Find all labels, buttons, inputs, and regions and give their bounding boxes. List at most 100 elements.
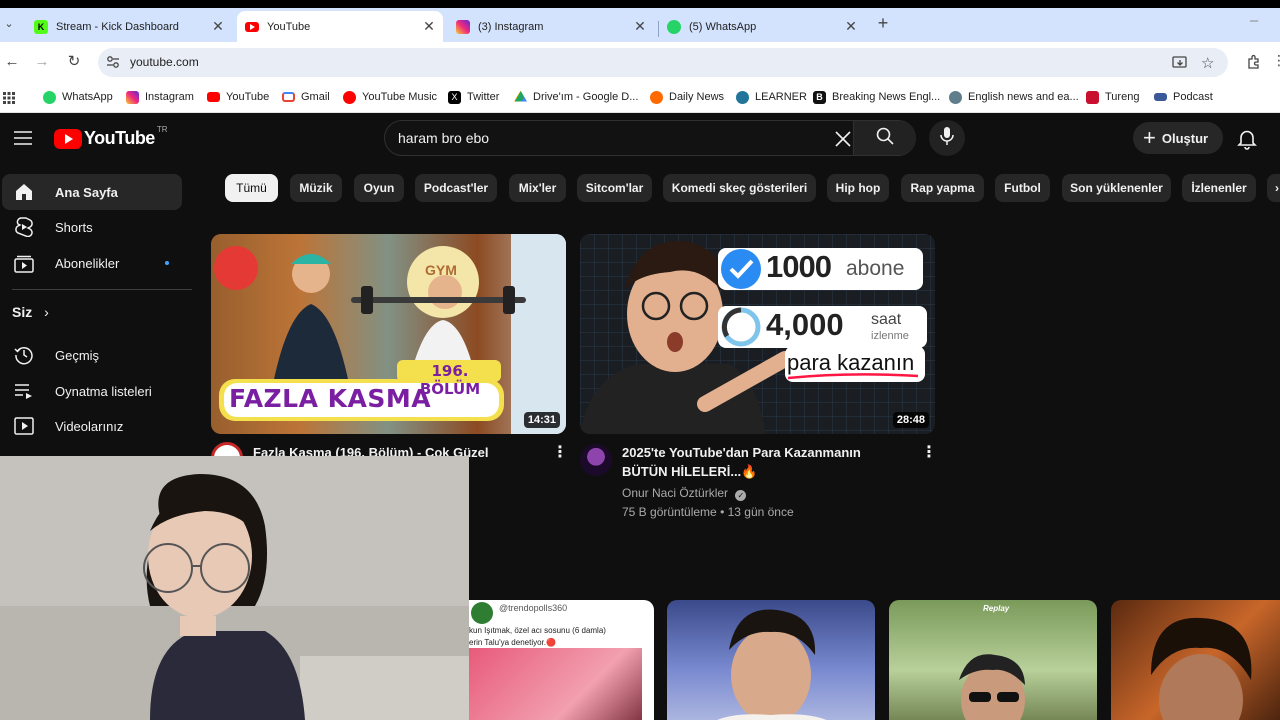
video-title-line-1[interactable]: 2025'te YouTube'dan Para Kazanmanın bbox=[622, 443, 912, 462]
bookmark-label: Twitter bbox=[467, 91, 500, 103]
short-thumbnail[interactable] bbox=[1111, 600, 1280, 720]
chip-podcasts[interactable]: Podcast'ler bbox=[415, 174, 497, 202]
chip-hip-hop[interactable]: Hip hop bbox=[827, 174, 889, 202]
bookmark-youtube-music[interactable]: YouTube Music bbox=[343, 88, 437, 106]
voice-search-button[interactable] bbox=[929, 120, 965, 156]
bookmark-breaking-news[interactable]: B Breaking News Engl... bbox=[813, 88, 940, 106]
chip-football[interactable]: Futbol bbox=[995, 174, 1050, 202]
bookmark-tureng[interactable]: Tureng bbox=[1086, 88, 1139, 106]
extensions-icon[interactable] bbox=[1246, 54, 1262, 70]
sidebar-item-playlists[interactable]: Oynatma listeleri bbox=[2, 373, 182, 409]
sidebar-item-shorts[interactable]: Shorts bbox=[2, 209, 182, 245]
youtube-icon bbox=[207, 92, 220, 102]
chip-watched[interactable]: İzlenenler bbox=[1182, 174, 1256, 202]
short-thumbnail[interactable]: Replay bbox=[889, 600, 1097, 720]
bookmark-label: Daily News bbox=[669, 91, 725, 103]
chip-gaming[interactable]: Oyun bbox=[354, 174, 404, 202]
thumbnail-hours-label: saat bbox=[871, 311, 902, 328]
bookmark-instagram[interactable]: Instagram bbox=[126, 88, 194, 106]
video-stats: 75 B görüntüleme • 13 gün önce bbox=[622, 505, 794, 519]
channel-avatar[interactable] bbox=[580, 444, 612, 476]
install-app-icon[interactable] bbox=[1172, 55, 1188, 71]
bookmark-label: LEARNER bbox=[755, 91, 807, 103]
chip-recently-uploaded[interactable]: Son yüklenenler bbox=[1062, 174, 1171, 202]
sidebar-item-your-videos[interactable]: Videolarınız bbox=[2, 408, 182, 444]
bookmark-star-icon[interactable]: ☆ bbox=[1201, 54, 1214, 72]
channel-name[interactable]: Onur Naci Öztürkler ✓ bbox=[622, 486, 747, 501]
clear-search-icon[interactable] bbox=[833, 129, 853, 149]
close-icon[interactable]: ✕ bbox=[841, 18, 861, 35]
video-menu-icon[interactable]: ⋮ bbox=[921, 444, 937, 464]
tab-whatsapp[interactable]: (5) WhatsApp ✕ bbox=[659, 11, 865, 42]
forward-arrow-icon[interactable]: → bbox=[32, 52, 52, 72]
tab-kick[interactable]: K Stream - Kick Dashboard ✕ bbox=[26, 11, 232, 42]
menu-dots-icon[interactable]: ⋮ bbox=[1272, 52, 1280, 69]
notifications-bell-icon[interactable] bbox=[1236, 128, 1258, 150]
sidebar-item-subscriptions[interactable]: Abonelikler bbox=[2, 245, 182, 281]
short-thumbnail[interactable] bbox=[667, 600, 875, 720]
chip-sketch-comedy[interactable]: Komedi skeç gösterileri bbox=[663, 174, 816, 202]
sidebar-you-header[interactable]: Siz › bbox=[12, 304, 49, 320]
chips-next-arrow[interactable]: › bbox=[1267, 174, 1280, 202]
video-thumbnail[interactable]: 1000 abone 4,000 saat izlenme para kazan… bbox=[580, 234, 935, 434]
home-icon bbox=[13, 181, 35, 203]
bookmark-label: Breaking News Engl... bbox=[832, 91, 941, 103]
wordpress-icon bbox=[736, 90, 749, 104]
create-button[interactable]: + Oluştur bbox=[1133, 122, 1223, 154]
video-menu-icon[interactable]: ⋮ bbox=[552, 444, 568, 464]
youtube-logo[interactable]: YouTube TR bbox=[54, 125, 168, 149]
gmail-icon bbox=[282, 92, 295, 102]
minimize-button[interactable]: – bbox=[1244, 11, 1264, 31]
apps-grid-icon[interactable] bbox=[3, 91, 15, 104]
search-icon bbox=[876, 127, 894, 150]
bookmark-learner[interactable]: LEARNER bbox=[736, 88, 807, 106]
youtube-play-icon bbox=[54, 128, 82, 149]
bookmark-label: Instagram bbox=[145, 91, 194, 103]
chip-all[interactable]: Tümü bbox=[225, 174, 278, 202]
short-caption-1: kun Işıtmak, özel acı sosunu (6 damla) bbox=[469, 626, 606, 635]
bookmark-label: YouTube Music bbox=[362, 91, 438, 103]
bookmark-daily-news[interactable]: Daily News bbox=[650, 88, 724, 106]
bookmark-podcast[interactable]: Podcast bbox=[1154, 88, 1213, 106]
tab-search-button[interactable]: ⌄ bbox=[0, 14, 18, 34]
back-arrow-icon[interactable]: ← bbox=[2, 52, 22, 72]
thumbnail-subs-number: 1000 bbox=[766, 249, 832, 284]
tab-youtube[interactable]: YouTube ✕ bbox=[237, 11, 443, 42]
omnibox[interactable]: youtube.com ☆ bbox=[98, 48, 1228, 77]
site-settings-icon[interactable] bbox=[106, 55, 120, 69]
new-tab-button[interactable]: + bbox=[873, 13, 893, 33]
video-title-line-2[interactable]: BÜTÜN HİLELERİ...🔥 bbox=[622, 462, 912, 481]
short-image bbox=[717, 609, 827, 720]
search-button[interactable] bbox=[853, 121, 916, 155]
close-icon[interactable]: ✕ bbox=[208, 18, 228, 35]
reload-icon[interactable]: ↻ bbox=[64, 52, 84, 72]
close-icon[interactable]: ✕ bbox=[419, 18, 439, 35]
tab-instagram[interactable]: (3) Instagram ✕ bbox=[448, 11, 654, 42]
kick-icon: K bbox=[34, 19, 48, 34]
chip-rap[interactable]: Rap yapma bbox=[901, 174, 984, 202]
search-input[interactable] bbox=[398, 121, 818, 155]
chip-sitcoms[interactable]: Sitcom'lar bbox=[577, 174, 652, 202]
chip-music[interactable]: Müzik bbox=[290, 174, 342, 202]
chip-mixes[interactable]: Mix'ler bbox=[509, 174, 566, 202]
bookmark-label: English news and ea... bbox=[968, 91, 1079, 103]
video-thumbnail[interactable]: 196. BÖLÜM FAZLA KASMA GYM 14:31 bbox=[211, 234, 566, 434]
globe-icon bbox=[949, 90, 962, 104]
close-icon[interactable]: ✕ bbox=[630, 18, 650, 35]
hamburger-menu-icon[interactable] bbox=[14, 129, 32, 147]
tureng-icon bbox=[1086, 90, 1099, 104]
bookmark-drive[interactable]: Drive'ım - Google D... bbox=[514, 88, 638, 106]
sidebar-item-home[interactable]: Ana Sayfa bbox=[2, 174, 182, 210]
bookmark-youtube[interactable]: YouTube bbox=[207, 88, 269, 106]
bookmark-twitter[interactable]: X Twitter bbox=[448, 88, 499, 106]
short-image bbox=[469, 648, 642, 720]
short-thumbnail[interactable]: @trendopolls360 kun Işıtmak, özel acı so… bbox=[469, 600, 654, 720]
bookmark-label: WhatsApp bbox=[62, 91, 113, 103]
sidebar-item-label: Videolarınız bbox=[55, 418, 124, 434]
sidebar-item-history[interactable]: Geçmiş bbox=[2, 337, 182, 373]
sidebar-item-label: Shorts bbox=[55, 219, 93, 235]
youtube-icon bbox=[245, 21, 259, 32]
bookmark-gmail[interactable]: Gmail bbox=[282, 88, 330, 106]
bookmark-english-news[interactable]: English news and ea... bbox=[949, 88, 1079, 106]
bookmark-whatsapp[interactable]: WhatsApp bbox=[43, 88, 113, 106]
